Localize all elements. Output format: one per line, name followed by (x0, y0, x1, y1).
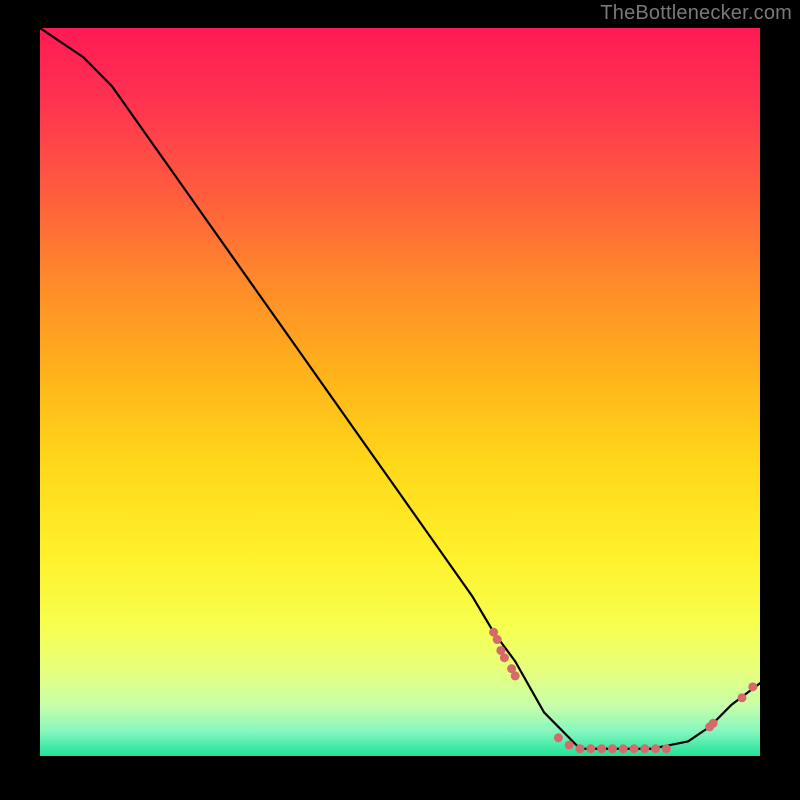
data-marker (576, 744, 585, 753)
attribution-text: TheBottlenecker.com (600, 2, 792, 25)
data-marker (630, 744, 639, 753)
plot-area (40, 28, 760, 756)
data-marker (651, 744, 660, 753)
data-marker (709, 719, 718, 728)
chart-frame: TheBottlenecker.com (0, 0, 800, 800)
data-marker (500, 653, 509, 662)
data-marker (640, 744, 649, 753)
data-marker (511, 671, 520, 680)
data-marker (597, 744, 606, 753)
data-marker (554, 733, 563, 742)
chart-svg (40, 28, 760, 756)
data-marker (748, 682, 757, 691)
data-marker (586, 744, 595, 753)
data-marker (493, 635, 502, 644)
data-marker (619, 744, 628, 753)
data-marker (738, 693, 747, 702)
data-marker (565, 741, 574, 750)
data-marker (608, 744, 617, 753)
data-marker (662, 744, 671, 753)
